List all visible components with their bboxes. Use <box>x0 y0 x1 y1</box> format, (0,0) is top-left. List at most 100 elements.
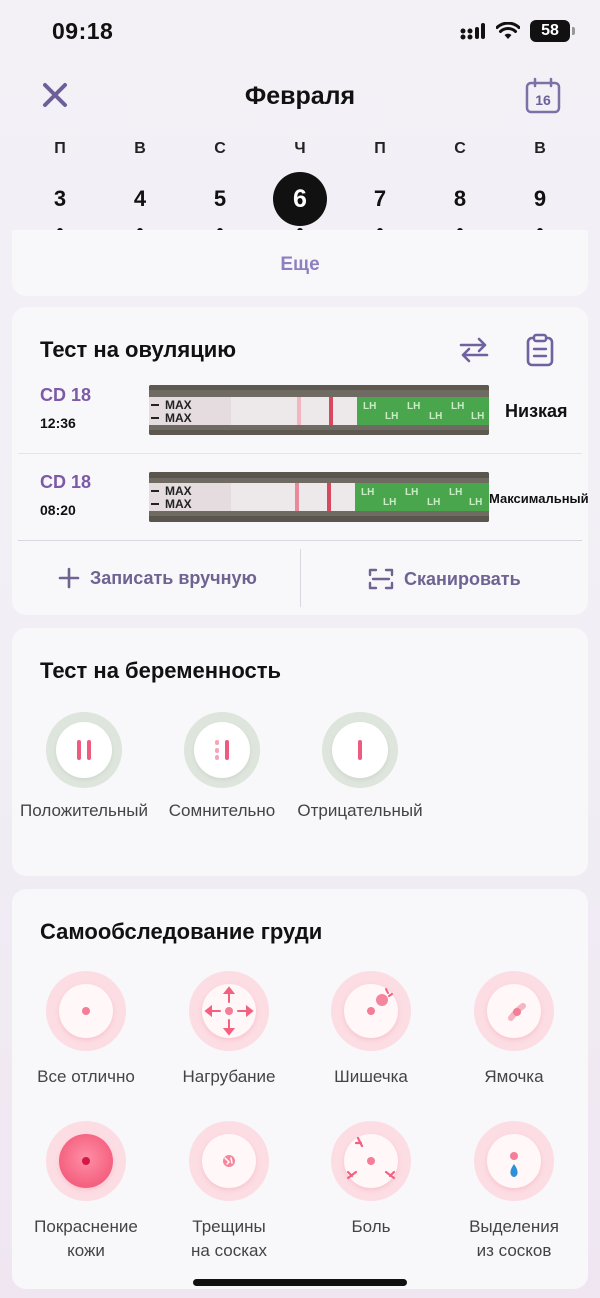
svg-text:LH: LH <box>385 411 398 422</box>
option-label: Покраснение кожи <box>34 1215 138 1263</box>
lump-icon <box>344 984 398 1038</box>
day-5[interactable]: 5 <box>180 172 260 234</box>
day-number: 4 <box>133 186 147 211</box>
breast-option-lump[interactable]: Шишечка <box>299 971 443 1089</box>
svg-text:LH: LH <box>405 487 418 498</box>
battery-icon: 58 <box>530 20 575 42</box>
option-label-line2: на сосках <box>191 1241 267 1260</box>
actions-separator <box>300 549 301 607</box>
option-label: Трещины на сосках <box>191 1215 267 1263</box>
breast-option-nipple-cracks[interactable]: Трещины на сосках <box>157 1121 301 1263</box>
option-label: Положительный <box>20 801 148 820</box>
manual-entry-button[interactable]: Записать вручную <box>58 567 257 589</box>
wifi-icon <box>496 22 520 39</box>
svg-text:LH: LH <box>361 487 374 498</box>
more-card: Еще <box>12 230 588 296</box>
weekday-label: Ч <box>294 140 306 157</box>
option-ring <box>46 712 122 788</box>
test-time: 12:36 <box>40 415 76 431</box>
option-label-line1: Покраснение <box>34 1217 138 1236</box>
all-good-icon <box>59 984 113 1038</box>
test-strip-photo: MAX MAX LH LH LH LH LH LH <box>149 385 489 435</box>
option-label: Выделения из сосков <box>469 1215 559 1263</box>
status-time: 09:18 <box>52 18 114 44</box>
calendar-day: 16 <box>535 92 551 108</box>
weekday-label: П <box>374 140 386 157</box>
manual-entry-label: Записать вручную <box>90 567 257 588</box>
day-number: 6 <box>273 172 327 226</box>
svg-text:LH: LH <box>449 487 462 498</box>
option-label-line1: Выделения <box>469 1217 559 1236</box>
weekday-label: В <box>534 140 546 157</box>
plus-icon <box>58 567 80 589</box>
svg-text:LH: LH <box>429 411 442 422</box>
swap-icon <box>459 337 489 363</box>
pregnancy-option-negative[interactable]: Отрицательный <box>285 712 435 821</box>
day-8[interactable]: 8 <box>420 172 500 234</box>
one-line-icon <box>332 722 388 778</box>
row-divider <box>18 453 582 454</box>
svg-text:LH: LH <box>471 411 484 422</box>
day-3[interactable]: 3 <box>20 172 100 234</box>
option-label: Сомнительно <box>168 801 276 820</box>
day-number: 7 <box>373 186 387 211</box>
option-ring <box>184 712 260 788</box>
weekday-label: В <box>134 140 146 157</box>
breast-option-pain[interactable]: Боль <box>299 1121 443 1239</box>
breast-option-dimple[interactable]: Ямочка <box>442 971 586 1089</box>
day-number: 9 <box>533 186 547 211</box>
signal-icon <box>460 23 485 40</box>
day-number: 5 <box>213 186 227 211</box>
day-6-selected[interactable]: 6 <box>260 172 340 234</box>
test-strip-photo: MAX MAX LH LH LH LH LH LH <box>149 472 489 522</box>
option-label: Боль <box>351 1217 391 1236</box>
svg-text:LH: LH <box>427 497 440 508</box>
day-9[interactable]: 9 <box>500 172 580 234</box>
ovulation-title: Тест на овуляцию <box>40 337 237 362</box>
battery-level: 58 <box>541 22 559 39</box>
ovulation-test-row[interactable]: CD 18 08:20 MAX MAX LH LH LH LH LH LH Ма… <box>12 472 589 558</box>
pregnancy-test-card: Тест на беременность Положительный Сомни… <box>12 628 588 876</box>
cycle-day: CD 18 <box>40 472 92 492</box>
test-time: 08:20 <box>40 502 76 518</box>
scan-icon <box>368 568 394 590</box>
weekday-label: С <box>214 140 226 157</box>
option-label: Ямочка <box>484 1067 544 1086</box>
svg-text:LH: LH <box>407 401 420 412</box>
month-title: Февраля <box>244 82 356 110</box>
option-label: Все отлично <box>37 1067 135 1086</box>
scan-button[interactable]: Сканировать <box>368 567 521 591</box>
cycle-day: CD 18 <box>40 385 92 405</box>
pregnancy-title: Тест на беременность <box>40 658 282 683</box>
more-button[interactable]: Еще <box>12 230 588 276</box>
breast-option-engorgement[interactable]: Нагрубание <box>157 971 301 1089</box>
swap-button[interactable] <box>458 335 490 365</box>
home-indicator[interactable] <box>193 1279 407 1286</box>
breast-option-all-good[interactable]: Все отлично <box>14 971 158 1089</box>
test-result: Максимальный <box>489 491 589 506</box>
breast-option-redness[interactable]: Покраснение кожи <box>14 1121 158 1263</box>
day-7[interactable]: 7 <box>340 172 420 234</box>
option-label: Шишечка <box>334 1067 408 1086</box>
strip-max-label: MAX <box>165 411 192 425</box>
scan-label: Сканировать <box>404 568 521 589</box>
svg-text:LH: LH <box>451 401 464 412</box>
day-4[interactable]: 4 <box>100 172 180 234</box>
option-label: Отрицательный <box>297 801 423 820</box>
cracks-icon <box>202 1134 256 1188</box>
ovulation-test-row[interactable]: CD 18 12:36 MAX MAX LH LH LH LH LH LH Ни… <box>12 385 588 471</box>
option-label: Нагрубание <box>182 1067 276 1086</box>
pregnancy-option-positive[interactable]: Положительный <box>9 712 159 821</box>
faint-line-icon <box>194 722 250 778</box>
svg-text:LH: LH <box>383 497 396 508</box>
calendar-button[interactable]: 16 <box>524 77 562 115</box>
clipboard-icon <box>526 333 554 367</box>
week-strip: П В С Ч П С В 3 4 5 6 7 8 9 <box>20 140 580 234</box>
history-button[interactable] <box>524 333 556 367</box>
breast-exam-title: Самообследование груди <box>40 919 323 944</box>
discharge-icon <box>487 1134 541 1188</box>
breast-exam-card: Самообследование груди Все отлично Нагру… <box>12 889 588 1289</box>
pregnancy-option-doubtful[interactable]: Сомнительно <box>147 712 297 821</box>
option-label-line1: Трещины <box>192 1217 266 1236</box>
breast-option-discharge[interactable]: Выделения из сосков <box>442 1121 586 1263</box>
